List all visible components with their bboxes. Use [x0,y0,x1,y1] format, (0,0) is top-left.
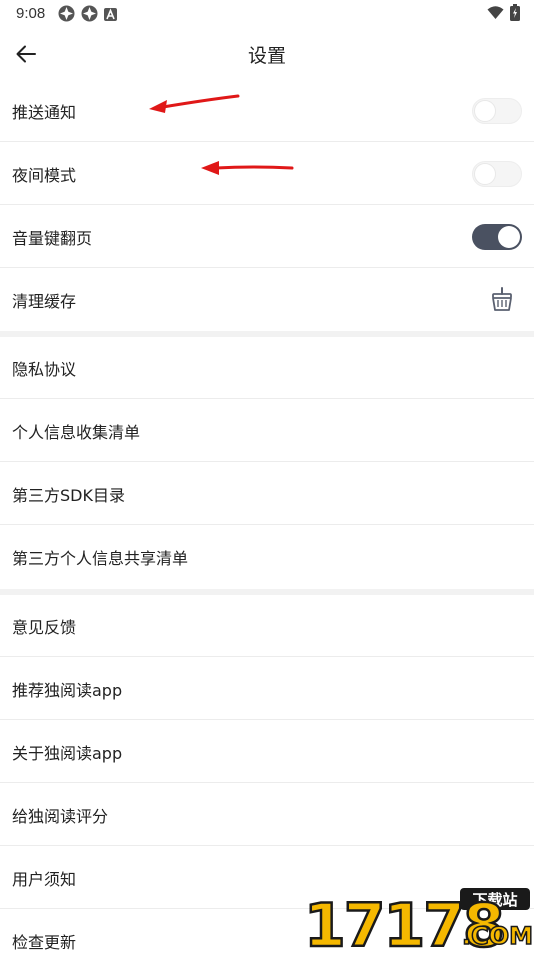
clear-cache-label: 清理缓存 [12,292,77,311]
settings-row-volume-key-page[interactable]: 音量键翻页 [0,206,534,268]
info-link-label: 第三方SDK目录 [12,485,125,505]
info-link-label: 隐私协议 [12,359,77,379]
watermark-logo: 下载站 17178 .COM [303,888,532,950]
app-notification-icon [58,5,75,26]
app-notification-icon [81,5,98,26]
other-link-recommend[interactable]: 推荐独阅读app [0,658,534,720]
other-link-label: 推荐独阅读app [12,680,123,700]
settings-row-night-mode[interactable]: 夜间模式 [0,143,534,205]
night-mode-label: 夜间模式 [12,165,77,185]
other-link-rate[interactable]: 给独阅读评分 [0,784,534,846]
status-time: 9:08 [16,5,46,22]
other-link-feedback[interactable]: 意见反馈 [0,595,534,657]
other-link-label: 意见反馈 [12,617,77,637]
battery-charging-icon [510,4,520,25]
other-link-label: 关于独阅读app [12,743,123,763]
status-bar: 9:08 [0,0,534,28]
other-link-about[interactable]: 关于独阅读app [0,721,534,783]
settings-row-push-notification[interactable]: 推送通知 [0,80,534,142]
other-link-label: 用户须知 [12,869,77,889]
info-link-label: 第三方个人信息共享清单 [12,549,189,568]
other-link-label: 给独阅读评分 [12,806,109,826]
info-link-sdk-directory[interactable]: 第三方SDK目录 [0,463,534,525]
broom-basket-icon[interactable] [490,287,514,313]
volume-key-page-toggle[interactable] [472,224,522,250]
status-icons-right [487,4,520,25]
info-link-third-party-sharing[interactable]: 第三方个人信息共享清单 [0,526,534,588]
settings-row-clear-cache[interactable]: 清理缓存 [0,269,534,331]
a-letter-icon [104,7,117,25]
info-link-personal-info-list[interactable]: 个人信息收集清单 [0,400,534,462]
toggle-knob [474,163,496,185]
other-link-label: 检查更新 [12,933,77,952]
volume-key-page-label: 音量键翻页 [12,228,93,248]
push-notification-label: 推送通知 [12,102,77,122]
info-link-privacy[interactable]: 隐私协议 [0,337,534,399]
info-link-label: 个人信息收集清单 [12,422,141,442]
watermark-suffix: .COM [462,922,532,950]
wifi-icon [487,5,504,24]
page-title: 设置 [247,45,286,67]
toggle-knob [498,226,520,248]
push-notification-toggle[interactable] [472,98,522,124]
night-mode-toggle[interactable] [472,161,522,187]
status-icons-left [58,5,117,26]
app-header: 设置 [0,28,534,80]
toggle-knob [474,100,496,122]
